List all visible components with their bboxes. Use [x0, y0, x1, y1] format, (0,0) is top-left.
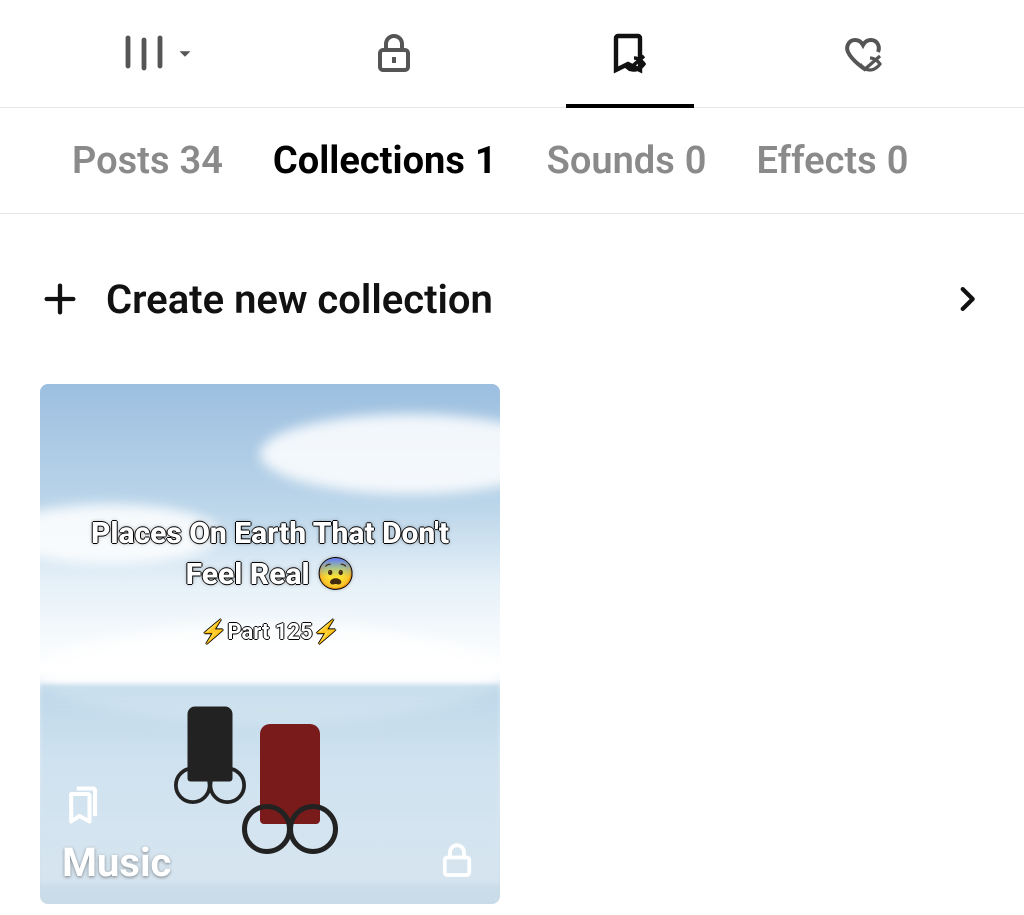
thumbnail-subtitle: ⚡Part 125⚡ — [40, 620, 500, 645]
thumbnail-caption: Places On Earth That Don't Feel Real 😨 — [40, 514, 500, 595]
sub-tab-label: Sounds — [547, 139, 675, 183]
lock-icon — [370, 30, 418, 78]
saved-sub-tabs: Posts 34 Collections 1 Sounds 0 Effects … — [0, 108, 1024, 214]
sub-tab-count: 0 — [685, 139, 707, 183]
chevron-down-icon — [174, 43, 196, 65]
sub-tab-count: 0 — [887, 139, 909, 183]
sub-tab-count: 34 — [180, 139, 223, 183]
profile-content-tabs — [0, 0, 1024, 108]
grid-icon — [120, 30, 168, 78]
tab-grid[interactable] — [40, 0, 276, 107]
tab-liked[interactable] — [748, 0, 984, 107]
tab-private[interactable] — [276, 0, 512, 107]
lock-icon — [436, 840, 478, 886]
create-collection-label: Create new collection — [106, 276, 950, 323]
sub-tab-collections[interactable]: Collections 1 — [273, 139, 497, 183]
sub-tab-label: Posts — [72, 139, 170, 183]
sub-tab-sounds[interactable]: Sounds 0 — [547, 139, 707, 183]
plus-icon — [40, 279, 80, 319]
sub-tab-count: 1 — [475, 139, 497, 183]
collection-overlay: Music — [40, 765, 500, 904]
create-collection-button[interactable]: Create new collection — [0, 214, 1024, 384]
sub-tab-label: Collections — [273, 139, 465, 183]
sub-tab-label: Effects — [756, 139, 876, 183]
chevron-right-icon — [950, 282, 984, 316]
bookmark-hidden-icon — [606, 30, 654, 78]
tab-saved[interactable] — [512, 0, 748, 107]
collections-grid: Places On Earth That Don't Feel Real 😨 ⚡… — [0, 384, 1024, 904]
sub-tab-posts[interactable]: Posts 34 — [72, 139, 223, 183]
collection-card[interactable]: Places On Earth That Don't Feel Real 😨 ⚡… — [40, 384, 500, 904]
collection-name: Music — [62, 839, 171, 886]
collection-stack-icon — [62, 783, 171, 831]
sub-tab-effects[interactable]: Effects 0 — [756, 139, 908, 183]
heart-hidden-icon — [842, 30, 890, 78]
